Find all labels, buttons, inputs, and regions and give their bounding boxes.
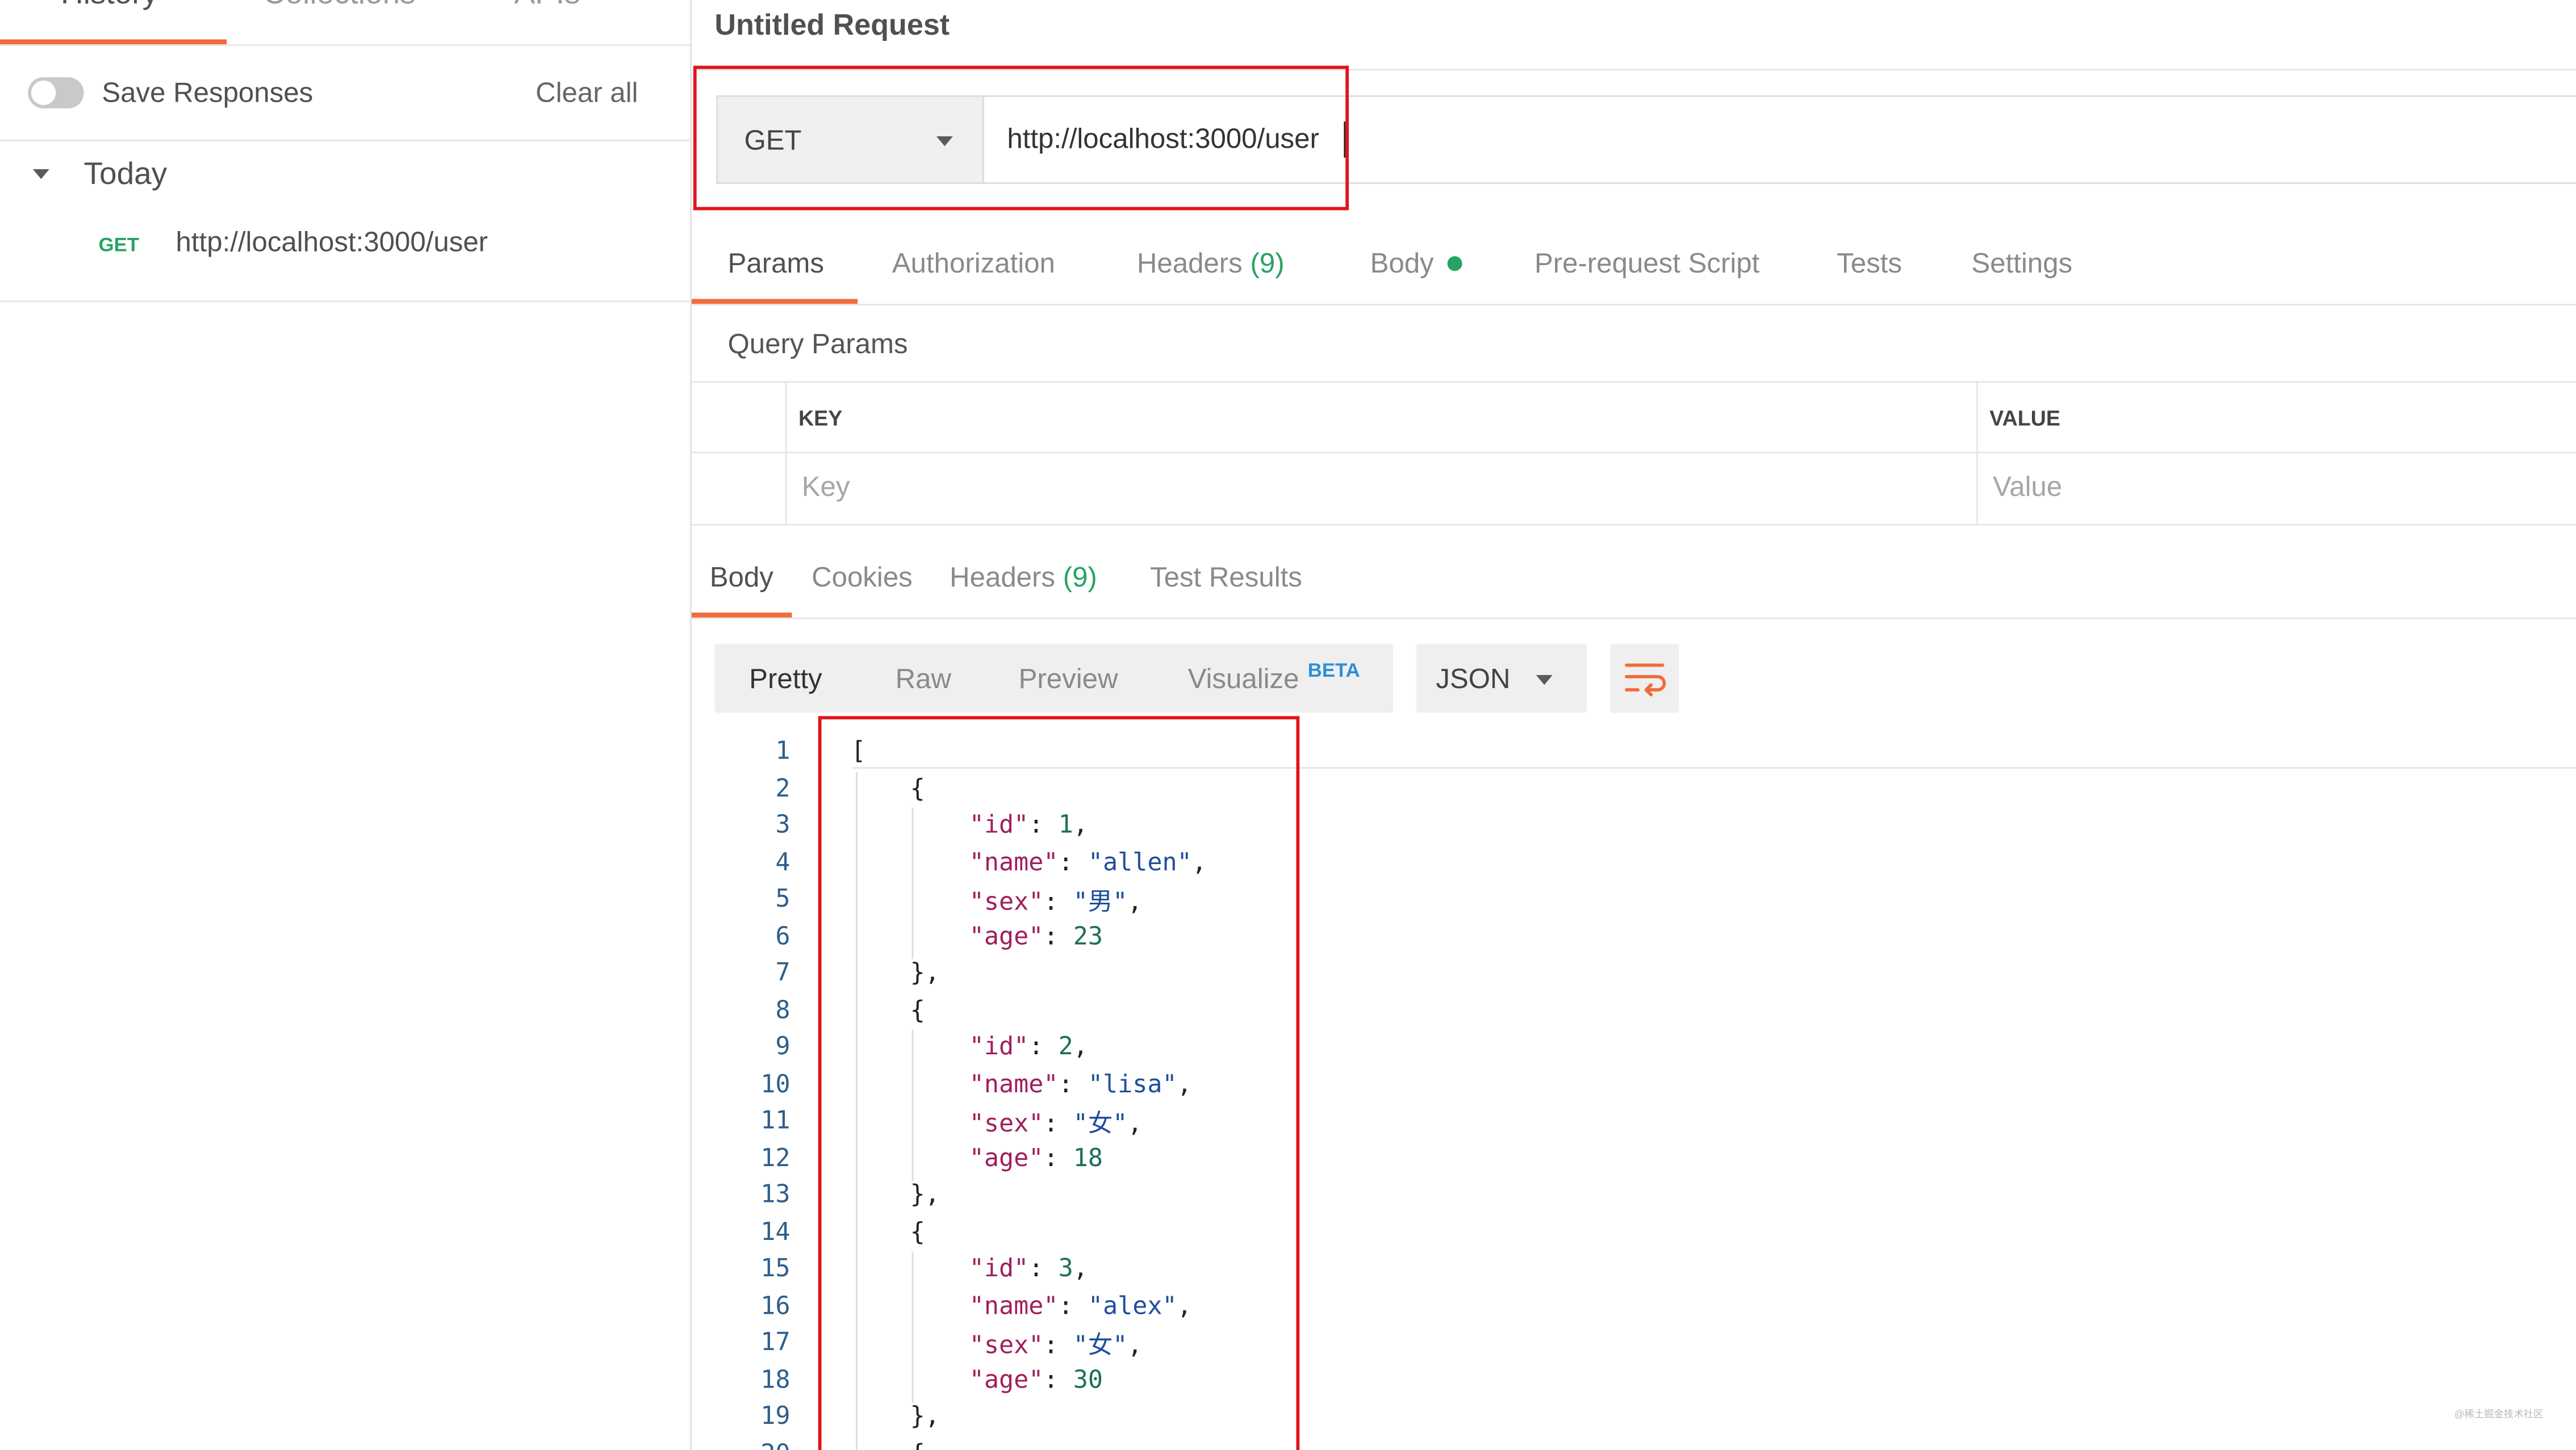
line-number: 14	[760, 1216, 791, 1246]
line-number: 1	[775, 736, 791, 766]
response-tab-test-results[interactable]: Test Results	[1150, 561, 1302, 594]
line-number: 20	[725, 1438, 790, 1450]
request-panel: Untitled Request GET http://localhost:30…	[691, 0, 2576, 1450]
view-mode-bar: Pretty Raw Preview Visualize BETA	[714, 644, 1394, 713]
line-number: 7	[775, 957, 791, 987]
line-number: 8	[775, 994, 791, 1024]
view-pretty[interactable]: Pretty	[749, 664, 822, 697]
divider	[0, 139, 691, 141]
divider	[691, 304, 2576, 306]
divider	[691, 381, 2576, 383]
active-tab-indicator	[691, 299, 858, 304]
response-tab-cookies[interactable]: Cookies	[812, 561, 913, 594]
divider	[691, 523, 2576, 526]
column-header-value: VALUE	[1989, 405, 2061, 430]
line-number: 10	[760, 1068, 791, 1098]
wrap-lines-button[interactable]	[1610, 644, 1679, 713]
line-number: 4	[775, 846, 791, 877]
highlight-box	[818, 716, 1300, 1450]
line-number: 13	[760, 1179, 791, 1209]
clear-all-button[interactable]: Clear all	[536, 77, 638, 110]
line-number: 2	[775, 773, 791, 803]
tab-history[interactable]: History	[61, 0, 158, 13]
save-responses-toggle[interactable]	[28, 77, 84, 108]
toggle-knob	[31, 80, 56, 106]
line-number: 9	[775, 1031, 791, 1061]
sidebar: History Collections APIs BETA Save Respo…	[0, 0, 692, 1450]
save-responses-label: Save Responses	[102, 77, 313, 108]
format-value: JSON	[1436, 663, 1511, 695]
divider	[0, 44, 691, 47]
query-params-title: Query Params	[727, 328, 908, 360]
visualize-beta-badge: BETA	[1307, 659, 1360, 682]
tab-headers-count: (9)	[1250, 248, 1285, 279]
line-number: 12	[760, 1142, 791, 1172]
history-item[interactable]: GET http://localhost:3000/user	[0, 213, 690, 276]
chevron-down-icon	[1536, 674, 1553, 685]
tab-pre-request-script[interactable]: Pre-request Script	[1534, 248, 1759, 281]
view-raw[interactable]: Raw	[896, 664, 951, 697]
active-tab-indicator	[691, 613, 792, 618]
tab-headers-label: Headers	[1136, 248, 1243, 279]
apis-beta-badge: BETA	[587, 0, 630, 5]
line-number: 16	[760, 1290, 791, 1320]
param-key-input[interactable]: Key	[802, 471, 850, 504]
request-title[interactable]: Untitled Request	[714, 8, 950, 43]
active-tab-indicator	[0, 39, 227, 45]
view-visualize[interactable]: Visualize	[1188, 664, 1299, 697]
body-indicator-dot	[1448, 256, 1463, 271]
collapse-caret-icon[interactable]	[32, 169, 49, 179]
tab-settings[interactable]: Settings	[1971, 248, 2072, 281]
line-number: 11	[760, 1105, 791, 1135]
line-number: 6	[775, 920, 791, 950]
wrap-lines-icon	[1625, 663, 1666, 697]
divider	[0, 300, 691, 303]
tab-apis[interactable]: APIs	[514, 0, 580, 13]
history-item-url: http://localhost:3000/user	[175, 227, 488, 258]
line-number: 5	[775, 883, 791, 913]
tab-collections[interactable]: Collections	[263, 0, 416, 13]
view-preview[interactable]: Preview	[1019, 664, 1118, 697]
response-tab-body[interactable]: Body	[710, 561, 773, 594]
tab-headers[interactable]: Headers (9)	[1137, 248, 1285, 281]
response-tab-headers-label: Headers	[950, 561, 1056, 593]
line-number: 3	[775, 810, 791, 840]
watermark: @稀土掘金技术社区	[2454, 1411, 2544, 1421]
divider	[691, 617, 2576, 619]
line-number: 17	[760, 1327, 791, 1357]
line-number: 15	[760, 1253, 791, 1283]
tab-body[interactable]: Body	[1370, 248, 1463, 281]
history-item-method: GET	[98, 233, 139, 257]
line-number: 18	[760, 1364, 791, 1394]
history-group-label: Today	[83, 157, 168, 192]
tab-tests[interactable]: Tests	[1837, 248, 1902, 281]
tab-params[interactable]: Params	[728, 248, 824, 281]
highlight-box	[693, 65, 1349, 211]
response-tab-headers[interactable]: Headers (9)	[950, 561, 1097, 594]
tab-body-label: Body	[1370, 248, 1434, 279]
line-number: 19	[760, 1401, 791, 1431]
tab-authorization[interactable]: Authorization	[892, 248, 1055, 281]
column-header-key: KEY	[798, 405, 843, 430]
format-select[interactable]: JSON	[1416, 644, 1587, 713]
param-value-input[interactable]: Value	[1993, 471, 2062, 504]
divider	[691, 451, 2576, 454]
response-tab-headers-count: (9)	[1063, 561, 1097, 593]
